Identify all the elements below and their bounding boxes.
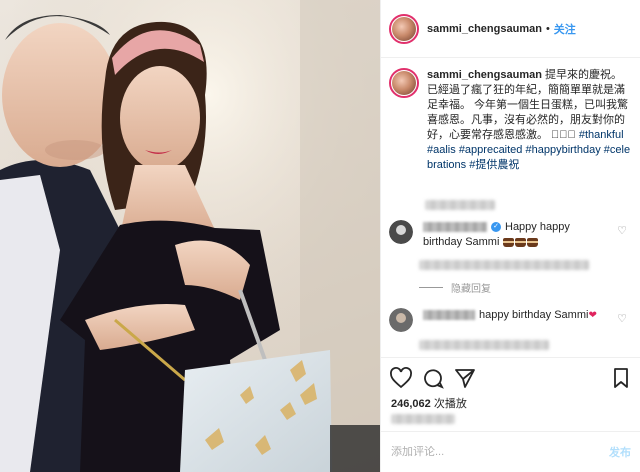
header-username[interactable]: sammi_chengsauman xyxy=(427,23,542,35)
hide-replies-link[interactable]: 隐藏回复 xyxy=(419,280,491,295)
post-details-panel: sammi_chengsauman • 关注 sammi_chengsauman… xyxy=(380,0,640,472)
post-header: sammi_chengsauman • 关注 xyxy=(381,0,640,58)
comment-like-icon[interactable]: ♡ xyxy=(617,224,627,237)
comment-item: happy birthday Sammi❤ ♡ xyxy=(389,308,635,332)
comment-item: ✓ Happy happy birthday Sammi ♡ xyxy=(389,220,635,250)
replies-divider xyxy=(419,287,443,288)
cake-emoji-icon xyxy=(515,237,527,247)
comment-text: happy birthday Sammi xyxy=(479,309,589,321)
follow-button[interactable]: 关注 xyxy=(554,21,576,37)
post-video[interactable] xyxy=(0,0,380,472)
share-icon[interactable] xyxy=(453,366,477,390)
caption-text-block: sammi_chengsauman 提早來的慶祝。已經過了瘋了狂的年紀，簡簡單單… xyxy=(427,68,631,173)
hashtag-appreciated[interactable]: #apprecaited xyxy=(459,144,523,156)
cake-emoji-icon xyxy=(503,237,515,247)
commenter-username-redacted[interactable] xyxy=(423,222,487,233)
caption-username[interactable]: sammi_chengsauman xyxy=(427,69,542,81)
video-frame xyxy=(0,0,380,472)
hashtag-aalis[interactable]: #aalis xyxy=(427,144,456,156)
add-comment-bar: 发布 xyxy=(381,431,640,472)
post-date-redacted xyxy=(391,414,455,424)
caption-avatar[interactable] xyxy=(389,68,419,98)
hashtag-thankful[interactable]: #thankful xyxy=(579,129,624,141)
redacted-text xyxy=(419,260,589,270)
profile-avatar[interactable] xyxy=(389,13,419,44)
commenter-username-redacted[interactable] xyxy=(423,310,475,321)
hide-replies-label: 隐藏回复 xyxy=(451,284,491,295)
redacted-text xyxy=(425,200,495,210)
commenter-avatar[interactable] xyxy=(389,308,413,332)
separator-dot: • xyxy=(545,22,550,35)
like-heart-icon[interactable] xyxy=(389,366,413,390)
bookmark-icon[interactable] xyxy=(609,366,633,390)
post-comment-button[interactable]: 发布 xyxy=(609,444,631,460)
view-count: 246,062 次播放 xyxy=(391,395,467,411)
comment-text-block: happy birthday Sammi❤ xyxy=(423,308,603,323)
hashtag-happybirthday[interactable]: #happybirthday xyxy=(525,144,600,156)
cake-emoji-icon xyxy=(527,237,539,247)
verified-badge-icon: ✓ xyxy=(491,222,501,233)
caption: sammi_chengsauman 提早來的慶祝。已經過了瘋了狂的年紀，簡簡單單… xyxy=(389,68,635,173)
comment-bubble-icon[interactable] xyxy=(421,366,445,390)
comment-like-icon[interactable]: ♡ xyxy=(617,312,627,325)
view-count-label: 次播放 xyxy=(433,398,467,410)
comment-input[interactable] xyxy=(391,446,609,458)
heart-emoji-icon: ❤ xyxy=(588,310,597,321)
commenter-avatar[interactable] xyxy=(389,220,413,244)
redacted-text xyxy=(419,340,549,350)
hashtag-celebration-sponsor[interactable]: #提供農祝 xyxy=(469,159,519,171)
comment-text-block: ✓ Happy happy birthday Sammi xyxy=(423,220,603,250)
view-count-number: 246,062 xyxy=(391,398,431,410)
